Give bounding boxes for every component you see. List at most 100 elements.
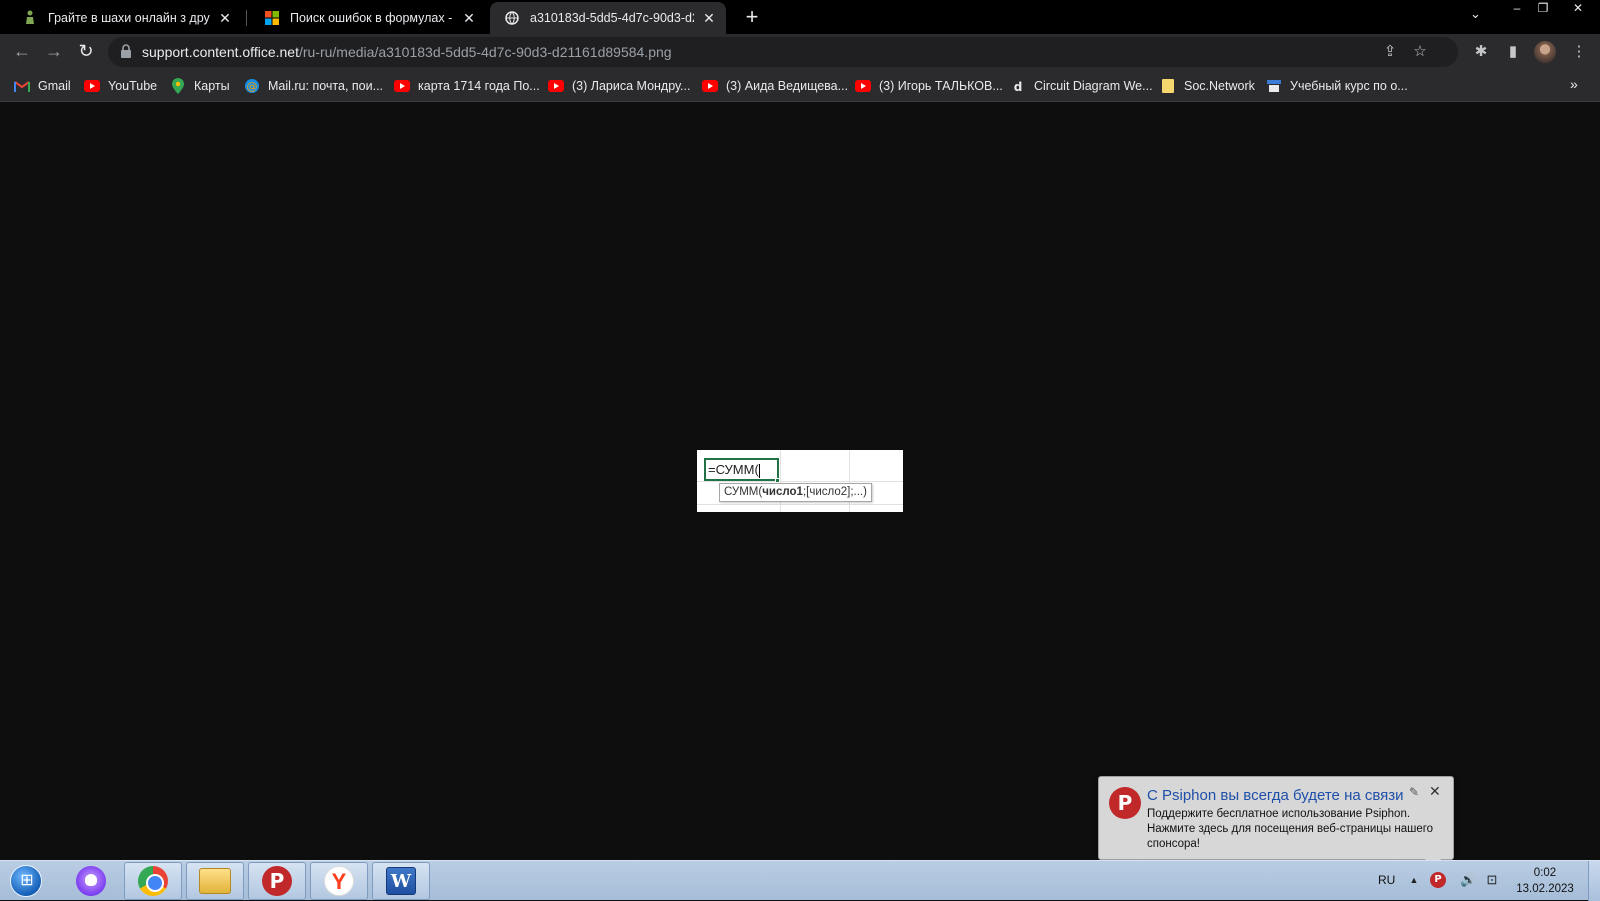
- notification-body: Поддержите бесплатное использование Psip…: [1147, 808, 1434, 850]
- back-icon[interactable]: ←: [10, 40, 34, 64]
- bookmark-socnetwork[interactable]: Soc.Network: [1160, 77, 1255, 95]
- reload-icon[interactable]: ↻: [74, 40, 98, 64]
- bookmark-label: (3) Лариса Мондру...: [572, 79, 691, 93]
- bookmark-maps[interactable]: Карты: [170, 77, 230, 95]
- gmail-icon: [14, 78, 30, 94]
- bookmark-youtube-aida[interactable]: (3) Аида Ведищева...: [702, 77, 848, 95]
- bookmark-youtube-igor[interactable]: (3) Игорь ТАЛЬКОВ...: [855, 77, 1003, 95]
- tab-search-chevron-icon[interactable]: ⌄: [1470, 6, 1481, 22]
- bookmark-youtube-map[interactable]: карта 1714 года По...: [394, 77, 540, 95]
- clock-time: 0:02: [1533, 867, 1557, 879]
- side-panel-icon[interactable]: ▮: [1502, 41, 1524, 63]
- language-indicator[interactable]: RU: [1378, 873, 1395, 887]
- bookmark-youtube-larisa[interactable]: (3) Лариса Мондру...: [548, 77, 690, 95]
- explorer-icon: [199, 868, 231, 894]
- bookmark-label: Soc.Network: [1184, 79, 1255, 93]
- address-bar[interactable]: support.content.office.net/ru-ru/media/a…: [108, 37, 1458, 67]
- taskbar: P Y W RU ▲ P 🔊 ⊡ 0:02 13.02.2023: [0, 860, 1600, 901]
- browser-toolbar: ← → ↻ support.content.office.net/ru-ru/m…: [0, 34, 1600, 70]
- url-text[interactable]: support.content.office.net/ru-ru/media/a…: [142, 44, 672, 60]
- grid-line: [697, 504, 903, 505]
- tab-strip: Грайте в шахи онлайн з друзями ✕ Поиск о…: [0, 0, 1600, 34]
- tab-chess[interactable]: Грайте в шахи онлайн з друзями ✕: [8, 2, 242, 34]
- taskbar-alice[interactable]: [62, 862, 120, 900]
- folder-icon: [1160, 78, 1176, 94]
- share-icon[interactable]: ⇪: [1380, 42, 1400, 62]
- windows-logo-icon: [10, 865, 43, 897]
- network-icon[interactable]: ⊡: [1484, 872, 1500, 888]
- bookmark-label: Gmail: [38, 79, 71, 93]
- system-clock[interactable]: 0:02 13.02.2023: [1505, 865, 1585, 897]
- show-hidden-icons-icon[interactable]: ▲: [1406, 872, 1422, 888]
- taskbar-explorer[interactable]: [186, 862, 244, 900]
- taskbar-psiphon[interactable]: P: [248, 862, 306, 900]
- taskbar-chrome[interactable]: [124, 862, 182, 900]
- tab-title: Грайте в шахи онлайн з друзями: [48, 11, 210, 25]
- bookmarks-overflow-icon[interactable]: »: [1570, 76, 1578, 92]
- bookmark-circuit[interactable]: d Circuit Diagram We...: [1010, 77, 1153, 95]
- url-host: support.content.office.net: [142, 44, 299, 60]
- notification-title: С Psiphon вы всегда будете на связи: [1147, 787, 1404, 804]
- function-tooltip: СУММ(число1;[число2];...): [719, 483, 872, 502]
- minimize-icon[interactable]: –: [1504, 0, 1530, 18]
- forward-icon[interactable]: →: [42, 40, 66, 64]
- bookmark-gmail[interactable]: Gmail: [14, 77, 71, 95]
- menu-icon[interactable]: ⋮: [1568, 41, 1590, 63]
- youtube-icon: [702, 78, 718, 94]
- tab-separator: [246, 10, 247, 26]
- youtube-icon: [548, 78, 564, 94]
- tab-office-help[interactable]: Поиск ошибок в формулах - Сл ✕: [250, 2, 486, 34]
- image-viewer-background: =СУММ( СУММ(число1;[число2];...): [0, 102, 1600, 860]
- active-cell: =СУММ(: [704, 458, 779, 481]
- tab-image-active[interactable]: a310183d-5dd5-4d7c-90d3-d211 ✕: [490, 2, 726, 34]
- tab-close-icon[interactable]: ✕: [460, 10, 478, 27]
- bookmark-star-icon[interactable]: ☆: [1410, 42, 1430, 62]
- psiphon-icon: P: [262, 866, 292, 896]
- mailru-icon: @: [244, 78, 260, 94]
- bookmark-label: Учебный курс по о...: [1290, 79, 1408, 93]
- extensions-icon[interactable]: ✱: [1470, 41, 1492, 63]
- tab-close-icon[interactable]: ✕: [700, 10, 718, 27]
- yandex-icon: Y: [324, 866, 354, 896]
- bookmark-youtube[interactable]: YouTube: [84, 77, 157, 95]
- tab-title: Поиск ошибок в формулах - Сл: [290, 11, 454, 25]
- restore-icon[interactable]: ❐: [1530, 0, 1556, 18]
- text-caret: [758, 463, 760, 478]
- circuit-icon: d: [1010, 78, 1026, 94]
- youtube-icon: [394, 78, 410, 94]
- tooltip-current-arg: число1: [762, 486, 803, 498]
- bookmark-course[interactable]: Учебный курс по о...: [1266, 77, 1408, 95]
- new-tab-button[interactable]: +: [738, 4, 766, 32]
- tooltip-rest: ;[число2];...): [802, 486, 867, 498]
- bookmark-label: (3) Игорь ТАЛЬКОВ...: [879, 79, 1003, 93]
- volume-icon[interactable]: 🔊: [1460, 872, 1476, 888]
- chess-pawn-icon: [22, 10, 38, 26]
- excel-screenshot-image: =СУММ( СУММ(число1;[число2];...): [697, 450, 903, 512]
- tooltip-function: СУММ(: [724, 486, 763, 498]
- lock-icon[interactable]: [120, 44, 132, 58]
- bookmark-label: Circuit Diagram We...: [1034, 79, 1153, 93]
- tab-title: a310183d-5dd5-4d7c-90d3-d211: [530, 11, 694, 25]
- profile-avatar[interactable]: [1534, 41, 1556, 63]
- clock-date: 13.02.2023: [1516, 883, 1574, 895]
- youtube-icon: [84, 78, 100, 94]
- bookmark-label: карта 1714 года По...: [418, 79, 540, 93]
- svg-text:@: @: [247, 80, 258, 93]
- bookmark-label: (3) Аида Ведищева...: [726, 79, 849, 93]
- psiphon-tray-icon[interactable]: P: [1430, 872, 1446, 888]
- course-icon: [1266, 78, 1282, 94]
- tab-close-icon[interactable]: ✕: [216, 10, 234, 27]
- psiphon-notification[interactable]: P С Psiphon вы всегда будете на связи ✎ …: [1098, 776, 1454, 871]
- notification-close-icon[interactable]: ✕: [1429, 783, 1441, 800]
- notification-settings-icon[interactable]: ✎: [1409, 785, 1419, 799]
- formula-text: =СУММ(: [708, 462, 759, 477]
- psiphon-logo-icon: P: [1109, 787, 1141, 819]
- close-window-icon[interactable]: ✕: [1556, 0, 1600, 18]
- taskbar-yandex[interactable]: Y: [310, 862, 368, 900]
- start-button[interactable]: [6, 863, 46, 899]
- bookmarks-bar: Gmail YouTube Карты @ Mail.ru: почта, по…: [0, 70, 1600, 102]
- taskbar-word[interactable]: W: [372, 862, 430, 900]
- show-desktop-button[interactable]: [1588, 861, 1600, 901]
- bookmark-mailru[interactable]: @ Mail.ru: почта, пои...: [244, 77, 383, 95]
- maps-pin-icon: [170, 78, 186, 94]
